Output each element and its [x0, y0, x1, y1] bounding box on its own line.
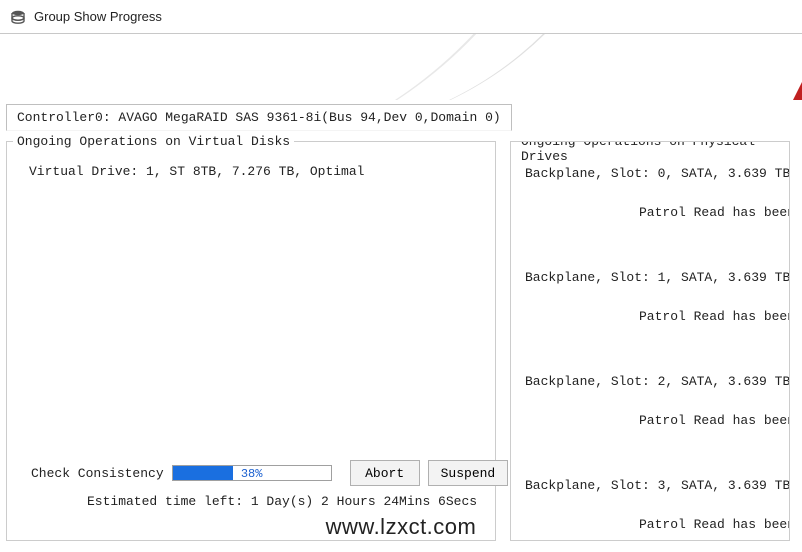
abort-button[interactable]: Abort — [350, 460, 420, 486]
group-legend-virtual: Ongoing Operations on Virtual Disks — [13, 134, 294, 149]
tab-controller0[interactable]: Controller0: AVAGO MegaRAID SAS 9361-8i(… — [6, 104, 512, 131]
progress-bar: 38% — [172, 465, 332, 481]
physical-drive-item: Backplane, Slot: 1, SATA, 3.639 TB, Onli… — [525, 270, 779, 324]
eta-text: Estimated time left: 1 Day(s) 2 Hours 24… — [87, 494, 477, 509]
physical-drive-status: Patrol Read has been sus — [639, 517, 779, 532]
physical-drive-status: Patrol Read has been sus — [639, 413, 779, 428]
window-title: Group Show Progress — [34, 9, 162, 24]
physical-drive-line: Backplane, Slot: 1, SATA, 3.639 TB, Onli… — [525, 270, 779, 285]
physical-drive-line: Backplane, Slot: 2, SATA, 3.639 TB, Onli… — [525, 374, 779, 389]
physical-drive-item: Backplane, Slot: 0, SATA, 3.639 TB, Onli… — [525, 166, 779, 220]
group-physical-drives: Ongoing Operations on Physical Drives Ba… — [510, 141, 790, 541]
tab-row: Controller0: AVAGO MegaRAID SAS 9361-8i(… — [6, 104, 796, 131]
virtual-drive-line: Virtual Drive: 1, ST 8TB, 7.276 TB, Opti… — [29, 164, 485, 179]
group-legend-physical: Ongoing Operations on Physical Drives — [517, 141, 789, 164]
group-virtual-disks: Ongoing Operations on Virtual Disks Virt… — [6, 141, 496, 541]
title-bar: Group Show Progress — [0, 0, 802, 34]
app-icon — [10, 9, 26, 25]
suspend-button[interactable]: Suspend — [428, 460, 509, 486]
physical-drive-line: Backplane, Slot: 0, SATA, 3.639 TB, Onli… — [525, 166, 779, 181]
physical-drive-line: Backplane, Slot: 3, SATA, 3.639 TB, Onli… — [525, 478, 779, 493]
check-consistency-row: Check Consistency 38% Abort Suspend — [31, 460, 508, 486]
physical-drive-item: Backplane, Slot: 3, SATA, 3.639 TB, Onli… — [525, 478, 779, 532]
banner — [0, 34, 802, 100]
brand-logo — [790, 62, 802, 100]
physical-drive-status: Patrol Read has been sus — [639, 205, 779, 220]
physical-drive-status: Patrol Read has been sus — [639, 309, 779, 324]
physical-drive-item: Backplane, Slot: 2, SATA, 3.639 TB, Onli… — [525, 374, 779, 428]
check-consistency-label: Check Consistency — [31, 466, 164, 481]
progress-text: 38% — [173, 466, 331, 480]
